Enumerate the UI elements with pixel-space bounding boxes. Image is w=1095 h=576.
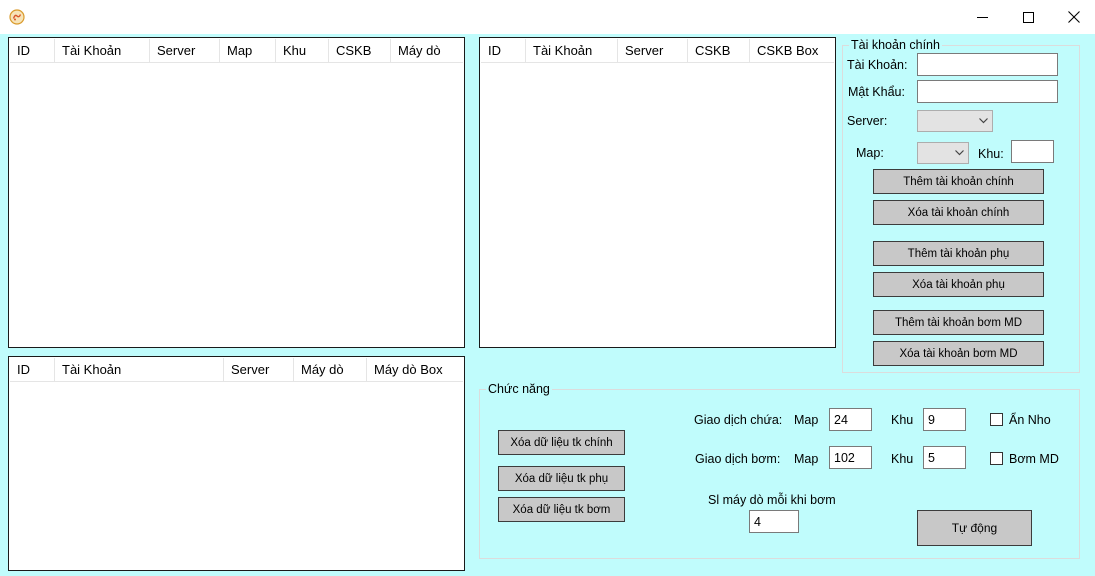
- minimize-icon: [976, 12, 988, 23]
- detectors-per-pump-input[interactable]: [749, 510, 799, 533]
- delete-main-account-button[interactable]: Xóa tài khoản chính: [873, 200, 1044, 225]
- pump-account-list-header: ID Tài Khoản Server Máy dò Máy dò Box: [10, 358, 463, 382]
- maximize-icon: [1022, 11, 1034, 23]
- hide-nho-checkbox[interactable]: [990, 413, 1003, 426]
- column-header-cskb-box[interactable]: CSKB Box: [750, 39, 835, 63]
- title-bar: [0, 0, 1095, 34]
- zone-label: Khu:: [978, 147, 1004, 161]
- clear-pump-data-button[interactable]: Xóa dữ liệu tk bơm: [498, 497, 625, 522]
- clear-main-data-button[interactable]: Xóa dữ liệu tk chính: [498, 430, 625, 455]
- column-header-server[interactable]: Server: [224, 358, 294, 382]
- add-pump-account-button[interactable]: Thêm tài khoản bơm MD: [873, 310, 1044, 335]
- zone-input[interactable]: [1011, 140, 1054, 163]
- trade-hold-map-label: Map: [794, 413, 819, 427]
- column-header-account[interactable]: Tài Khoản: [55, 358, 224, 382]
- server-label: Server:: [847, 114, 888, 128]
- password-label: Mật Khẩu:: [848, 85, 905, 99]
- chevron-down-icon: [955, 150, 964, 156]
- column-header-detector-box[interactable]: Máy dò Box: [367, 358, 464, 382]
- group-title: Chức năng: [486, 382, 552, 397]
- trade-hold-zone-label: Khu: [891, 413, 914, 427]
- column-header-server[interactable]: Server: [150, 39, 220, 63]
- map-select[interactable]: [917, 142, 969, 164]
- main-account-list[interactable]: ID Tài Khoản Server Map Khu CSKB Máy dò: [8, 37, 465, 348]
- trade-pump-label: Giao dịch bơm:: [695, 452, 781, 466]
- column-header-account[interactable]: Tài Khoản: [55, 39, 150, 63]
- main-account-list-header: ID Tài Khoản Server Map Khu CSKB Máy dò: [10, 39, 463, 63]
- column-header-cskb[interactable]: CSKB: [329, 39, 391, 63]
- auto-button[interactable]: Tự động: [917, 510, 1032, 546]
- minimize-button[interactable]: [959, 0, 1005, 34]
- username-input[interactable]: [917, 53, 1058, 76]
- server-select[interactable]: [917, 110, 993, 132]
- pump-account-list[interactable]: ID Tài Khoản Server Máy dò Máy dò Box: [8, 356, 465, 571]
- username-label: Tài Khoản:: [847, 58, 908, 72]
- password-input[interactable]: [917, 80, 1058, 103]
- add-sub-account-button[interactable]: Thêm tài khoản phụ: [873, 241, 1044, 266]
- detectors-per-pump-label: Sl máy dò mỗi khi bơm: [708, 493, 836, 507]
- trade-pump-map-input[interactable]: [829, 446, 872, 469]
- delete-sub-account-button[interactable]: Xóa tài khoản phụ: [873, 272, 1044, 297]
- clear-sub-data-button[interactable]: Xóa dữ liệu tk phụ: [498, 466, 625, 491]
- trade-pump-map-label: Map: [794, 452, 819, 466]
- column-header-id[interactable]: ID: [481, 39, 526, 63]
- app-logo-icon: [9, 9, 25, 25]
- group-title: Tài khoản chính: [849, 38, 942, 53]
- pump-md-label: Bơm MD: [1009, 452, 1059, 466]
- trade-pump-zone-label: Khu: [891, 452, 914, 466]
- column-header-zone[interactable]: Khu: [276, 39, 329, 63]
- chevron-down-icon: [979, 118, 988, 124]
- column-header-id[interactable]: ID: [10, 358, 55, 382]
- sub-account-list-header: ID Tài Khoản Server CSKB CSKB Box: [481, 39, 834, 63]
- hide-nho-label: Ẩn Nho: [1009, 413, 1051, 427]
- maximize-button[interactable]: [1005, 0, 1051, 34]
- column-header-cskb[interactable]: CSKB: [688, 39, 750, 63]
- column-header-server[interactable]: Server: [618, 39, 688, 63]
- close-icon: [1068, 11, 1080, 23]
- close-button[interactable]: [1051, 0, 1095, 34]
- column-header-id[interactable]: ID: [10, 39, 55, 63]
- trade-pump-zone-input[interactable]: [923, 446, 966, 469]
- pump-md-checkbox[interactable]: [990, 452, 1003, 465]
- delete-pump-account-button[interactable]: Xóa tài khoản bơm MD: [873, 341, 1044, 366]
- column-header-detector[interactable]: Máy dò: [294, 358, 367, 382]
- column-header-account[interactable]: Tài Khoản: [526, 39, 618, 63]
- map-label: Map:: [856, 146, 884, 160]
- column-header-map[interactable]: Map: [220, 39, 276, 63]
- sub-account-list[interactable]: ID Tài Khoản Server CSKB CSKB Box: [479, 37, 836, 348]
- trade-hold-zone-input[interactable]: [923, 408, 966, 431]
- trade-hold-label: Giao dịch chứa:: [694, 413, 783, 427]
- add-main-account-button[interactable]: Thêm tài khoản chính: [873, 169, 1044, 194]
- trade-hold-map-input[interactable]: [829, 408, 872, 431]
- column-header-detector[interactable]: Máy dò: [391, 39, 464, 63]
